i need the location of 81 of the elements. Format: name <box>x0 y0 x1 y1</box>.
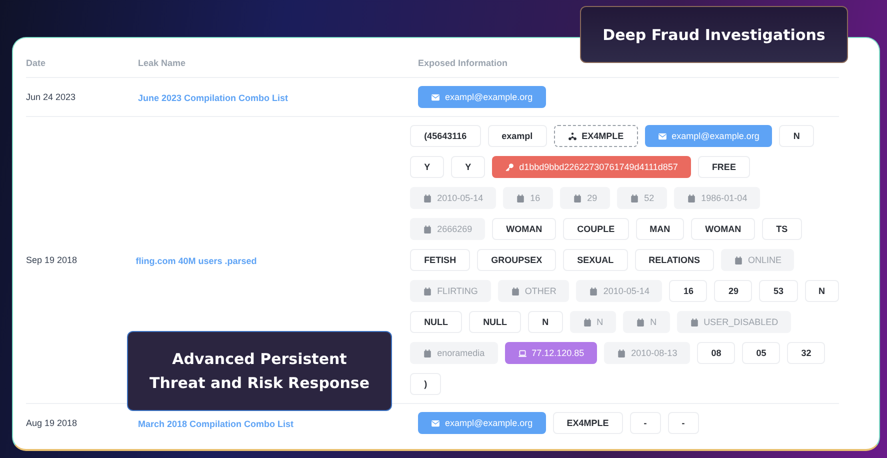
data-tag: Y <box>410 156 444 178</box>
leak-name-link[interactable]: June 2023 Compilation Combo List <box>138 93 288 103</box>
data-tag: WOMAN <box>691 218 756 240</box>
dated-tag: OTHER <box>498 280 570 302</box>
calendar-icon <box>423 194 432 202</box>
email-tag: exampl@example.org <box>418 86 546 108</box>
data-tag: 32 <box>787 342 826 364</box>
data-tag: - <box>630 412 661 434</box>
email-tag: exampl@example.org <box>644 125 772 147</box>
leak-name-link[interactable]: March 2018 Compilation Combo List <box>138 419 294 429</box>
data-tag: N <box>779 125 814 147</box>
email-tag: exampl@example.org <box>418 412 546 434</box>
data-tag: (45643116 <box>410 125 481 147</box>
calendar-icon <box>423 224 432 234</box>
data-tag: WOMAN <box>492 218 556 240</box>
data-tag: - <box>668 412 699 434</box>
exposed-information-header: Exposed Information <box>418 58 509 68</box>
data-tag: GROUPSEX <box>477 249 556 271</box>
calendar-icon <box>582 318 592 326</box>
data-tag: SEXUAL <box>563 249 628 271</box>
dated-tag: 2010-05-14 <box>410 187 496 209</box>
envelope-icon <box>431 92 440 102</box>
laptop-icon <box>518 348 527 358</box>
calendar-icon <box>690 318 699 326</box>
calendar-icon <box>687 194 696 202</box>
data-tag: EX4MPLE <box>552 412 623 434</box>
calendar-icon <box>573 194 582 202</box>
dated-tag: N <box>570 311 616 333</box>
calendar-icon <box>630 194 640 202</box>
key-tag: d1bbd9bbd22622730761749d4111d857 <box>492 156 691 178</box>
dated-tag: FLIRTING <box>410 280 491 302</box>
data-tag: MAN <box>636 218 684 240</box>
leak-name-link[interactable]: fling.com 40M users .parsed <box>136 256 257 266</box>
dated-tag: 16 <box>503 187 554 209</box>
data-tag: COUPLE <box>563 218 629 240</box>
dated-tag: 2666269 <box>410 218 486 240</box>
data-tag: 08 <box>697 342 736 364</box>
dated-tag: 29 <box>560 187 610 209</box>
dated-tag: 2010-08-13 <box>604 342 690 364</box>
data-tag: 29 <box>714 280 752 302</box>
dated-tag: enoramedia <box>410 342 498 364</box>
key-icon <box>505 162 514 172</box>
dated-tag: ONLINE <box>720 249 794 271</box>
handle-tag: EX4MPLE <box>554 125 638 147</box>
date-cell-text: Sep 19 2018 <box>26 255 78 265</box>
data-tag: ) <box>410 373 442 395</box>
feature-banner: Deep Fraud Investigations <box>580 6 848 63</box>
data-tag: 16 <box>669 280 708 302</box>
ip-tag: 77.12.120.85 <box>504 342 598 364</box>
data-tag: FREE <box>698 156 750 178</box>
data-tag: 05 <box>742 342 780 364</box>
calendar-icon <box>636 318 646 326</box>
calendar-icon <box>734 256 743 264</box>
data-tag: N <box>528 311 563 333</box>
date-cell-text: Aug 19 2018 <box>26 418 78 428</box>
calendar-icon <box>589 286 598 296</box>
calendar-icon <box>617 348 626 358</box>
leak-name-header: Leak Name <box>138 58 187 68</box>
calendar-icon <box>510 286 520 296</box>
calendar-icon <box>423 286 432 296</box>
dated-tag: N <box>623 311 670 333</box>
data-tag: N <box>804 280 839 302</box>
calendar-icon <box>516 194 526 202</box>
dated-tag: 52 <box>617 187 668 209</box>
dated-tag: 2010-05-14 <box>576 280 662 302</box>
data-tag: NULL <box>410 311 462 333</box>
envelope-icon <box>431 418 440 428</box>
dated-tag: USER_DISABLED <box>676 311 792 333</box>
data-tag: NULL <box>469 311 522 333</box>
calendar-icon <box>423 348 432 358</box>
date-cell-text: Jun 24 2023 <box>26 92 77 102</box>
date-header: Date <box>26 58 47 68</box>
envelope-icon <box>658 132 667 140</box>
data-tag: FETISH <box>410 249 470 271</box>
dated-tag: 1986-01-04 <box>674 187 760 209</box>
data-tag: RELATIONS <box>634 249 714 271</box>
data-tag: TS <box>762 218 802 240</box>
data-tag: 53 <box>759 280 798 302</box>
data-tag: exampl <box>488 125 547 147</box>
feature-banner: Advanced Persistent Threat and Risk Response <box>127 331 392 411</box>
data-tag: Y <box>451 156 486 178</box>
